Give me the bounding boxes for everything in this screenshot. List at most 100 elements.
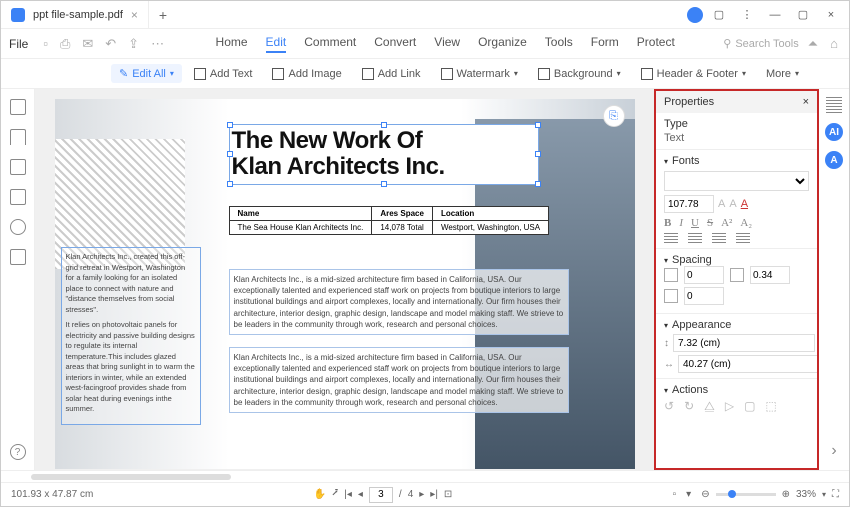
file-menu[interactable]: File	[9, 37, 28, 51]
title-text-box[interactable]: The New Work Of Klan Architects Inc.	[229, 124, 539, 185]
close-panel-icon[interactable]: ×	[803, 96, 809, 108]
font-size-input[interactable]	[664, 195, 714, 213]
body-text-box-1[interactable]: Klan Architects Inc., is a mid-sized arc…	[229, 269, 569, 335]
height-input[interactable]	[678, 355, 819, 373]
view-single-icon[interactable]: ▫	[673, 489, 677, 500]
next-page-icon[interactable]: ▸	[419, 489, 424, 500]
add-link-button[interactable]: Add Link	[354, 65, 429, 83]
flip-v-icon[interactable]: ▷	[725, 399, 734, 414]
ai-assistant-icon[interactable]: AI	[825, 123, 843, 141]
comments-icon[interactable]	[10, 159, 26, 175]
font-increase-icon[interactable]: A	[729, 198, 736, 210]
maximize-button[interactable]: ▢	[791, 5, 815, 25]
spacing-section[interactable]: Spacing	[664, 254, 809, 266]
email-icon[interactable]: ✉	[79, 36, 96, 52]
superscript-button[interactable]: A²	[721, 217, 732, 229]
menu-tab-comment[interactable]: Comment	[304, 35, 356, 53]
share-icon[interactable]: ⇪	[125, 36, 142, 52]
subscript-button[interactable]: A₂	[740, 217, 752, 229]
zoom-in-icon[interactable]: ⊕	[782, 489, 790, 500]
info-table[interactable]: NameAres SpaceLocation The Sea House Kla…	[229, 206, 550, 235]
background-button[interactable]: Background▾	[530, 65, 629, 83]
font-color-icon[interactable]: A	[741, 198, 748, 210]
attachments-icon[interactable]	[10, 189, 26, 205]
new-tab-button[interactable]: +	[149, 7, 177, 23]
chevron-right-icon[interactable]: ›	[831, 442, 836, 460]
strike-button[interactable]: S	[707, 217, 713, 229]
help-icon[interactable]: ?	[10, 444, 26, 460]
header-footer-button[interactable]: Header & Footer▾	[633, 65, 754, 83]
bookmarks-icon[interactable]	[10, 129, 26, 145]
underline-button[interactable]: U	[691, 217, 699, 229]
rotate-right-icon[interactable]: ↻	[684, 399, 694, 414]
zoom-out-icon[interactable]: ⊖	[701, 489, 709, 500]
menu-tab-edit[interactable]: Edit	[266, 35, 287, 53]
spacing-input-2[interactable]	[750, 266, 790, 284]
fonts-section[interactable]: Fonts	[664, 155, 809, 167]
edit-all-button[interactable]: ✎Edit All▾	[111, 64, 182, 83]
menu-button[interactable]: ⋮	[735, 5, 759, 25]
close-tab-icon[interactable]: ×	[131, 8, 138, 22]
menu-tab-form[interactable]: Form	[591, 35, 619, 53]
cloud-icon[interactable]: ⏶	[805, 36, 821, 52]
last-page-icon[interactable]: ▸|	[430, 489, 438, 500]
align-justify-button[interactable]	[736, 233, 750, 243]
panel-toggle-icon[interactable]	[826, 97, 842, 113]
more-qat-icon[interactable]: ⋯	[148, 36, 167, 52]
menu-tab-view[interactable]: View	[434, 35, 460, 53]
print-icon[interactable]: ⎙	[57, 36, 73, 52]
menu-tab-organize[interactable]: Organize	[478, 35, 527, 53]
ai-tools-icon[interactable]: A	[825, 151, 843, 169]
add-text-button[interactable]: Add Text	[186, 65, 261, 83]
home-icon[interactable]: ⌂	[827, 36, 841, 51]
side-text-box[interactable]: Klan Architects Inc., created this off-g…	[61, 247, 201, 425]
font-family-select[interactable]	[664, 171, 809, 191]
watermark-button[interactable]: Watermark▾	[433, 65, 526, 83]
font-decrease-icon[interactable]: A	[718, 198, 725, 210]
search-panel-icon[interactable]	[10, 219, 26, 235]
floating-copy-button[interactable]: ⎘	[603, 105, 625, 127]
window-button[interactable]: ▢	[707, 5, 731, 25]
minimize-button[interactable]: —	[763, 5, 787, 25]
first-page-icon[interactable]: |◂	[344, 489, 352, 500]
view-layout-icon[interactable]: ▾	[686, 489, 691, 500]
undo-icon[interactable]: ↶	[102, 36, 119, 52]
width-input[interactable]	[673, 334, 815, 352]
menu-tab-protect[interactable]: Protect	[637, 35, 675, 53]
save-icon[interactable]: ▫	[40, 36, 51, 51]
thumbnails-icon[interactable]	[10, 99, 26, 115]
body-text-box-2[interactable]: Klan Architects Inc., is a mid-sized arc…	[229, 347, 569, 413]
spacing-input-3[interactable]	[684, 287, 724, 305]
menu-tab-convert[interactable]: Convert	[374, 35, 416, 53]
horizontal-scrollbar[interactable]	[1, 470, 849, 482]
close-window-button[interactable]: ×	[819, 5, 843, 25]
hand-tool-icon[interactable]: ✋	[314, 489, 326, 500]
extract-icon[interactable]: ⬚	[765, 399, 776, 414]
align-center-button[interactable]	[688, 233, 702, 243]
menu-tab-home[interactable]: Home	[216, 35, 248, 53]
chevron-down-icon[interactable]: ▾	[822, 490, 826, 499]
fit-width-icon[interactable]: ⊡	[444, 489, 452, 500]
spacing-input-1[interactable]	[684, 266, 724, 284]
add-image-button[interactable]: Add Image	[264, 65, 349, 83]
actions-section[interactable]: Actions	[664, 384, 809, 396]
italic-button[interactable]: I	[679, 217, 683, 229]
appearance-section[interactable]: Appearance	[664, 319, 809, 331]
document-canvas[interactable]: ⎘ The New Work Of Klan Architects Inc. N…	[35, 89, 654, 470]
flip-h-icon[interactable]: ⧋	[704, 399, 715, 414]
rotate-left-icon[interactable]: ↺	[664, 399, 674, 414]
document-tab[interactable]: ppt file-sample.pdf ×	[1, 1, 149, 28]
more-button[interactable]: More▾	[758, 65, 807, 83]
crop-icon[interactable]: ▢	[744, 399, 755, 414]
fields-icon[interactable]	[10, 249, 26, 265]
fullscreen-icon[interactable]: ⛶	[832, 489, 839, 500]
menu-tab-tools[interactable]: Tools	[545, 35, 573, 53]
page-input[interactable]	[369, 487, 393, 503]
bold-button[interactable]: B	[664, 217, 671, 229]
select-tool-icon[interactable]: ⭷	[332, 486, 338, 503]
align-left-button[interactable]	[664, 233, 678, 243]
align-right-button[interactable]	[712, 233, 726, 243]
search-tools[interactable]: ⚲ Search Tools	[723, 37, 798, 50]
user-avatar[interactable]	[687, 7, 703, 23]
zoom-slider[interactable]	[716, 493, 776, 496]
